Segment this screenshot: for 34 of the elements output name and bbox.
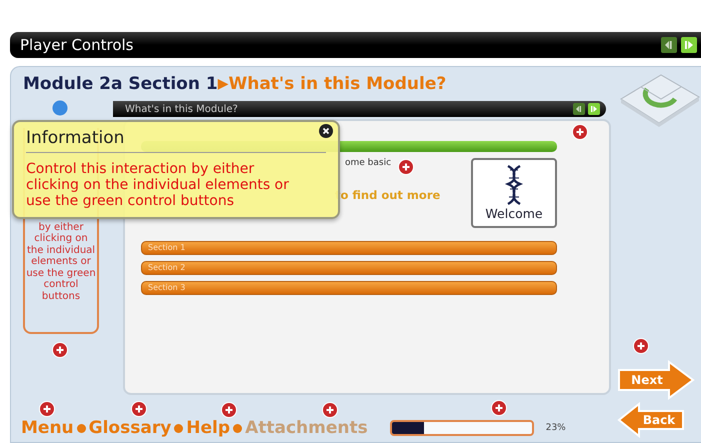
player-title: Player Controls — [20, 36, 134, 54]
card-label: Welcome — [485, 206, 543, 221]
plus-hotspot-icon[interactable] — [52, 342, 68, 358]
module-title: Module 2a Section 1 — [23, 74, 218, 94]
nav-link[interactable]: Menu — [21, 418, 74, 438]
back-button[interactable]: Back — [617, 402, 685, 438]
intro-text: ome basic — [345, 158, 392, 168]
section-bar[interactable]: Section 2 — [141, 261, 557, 275]
nav-link[interactable]: Glossary — [88, 418, 172, 438]
bullet-icon — [174, 424, 184, 432]
plus-hotspot-icon[interactable] — [572, 124, 588, 140]
popup-message: Control this interaction by either clicking on the individual elements or use the green control buttons — [26, 161, 290, 209]
module-subtitle: What's in this Module? — [228, 74, 446, 94]
inner-title: What's in this Module? — [124, 104, 239, 114]
nav-link[interactable]: Help — [186, 418, 230, 438]
plus-hotspot-icon[interactable] — [633, 338, 649, 354]
section-bar[interactable]: Section 1 — [141, 241, 557, 255]
plus-hotspot-icon[interactable] — [491, 400, 507, 416]
plus-hotspot-icon[interactable] — [398, 159, 414, 175]
plus-hotspot-icon[interactable] — [322, 402, 338, 418]
plus-hotspot-icon[interactable] — [131, 401, 147, 417]
section-bar[interactable]: Section 3 — [141, 281, 557, 295]
separator-arrow: ▶ — [218, 76, 228, 92]
help-text: by either clicking on the individual elements or use the green control buttons — [25, 222, 97, 302]
hotspot-dot-icon[interactable] — [52, 100, 68, 116]
next-button[interactable] — [588, 103, 600, 115]
progress-reading: 23% — [546, 423, 566, 433]
next-button[interactable]: Next — [617, 360, 695, 400]
close-icon[interactable] — [319, 124, 333, 138]
bullet-icon — [233, 424, 242, 432]
welcome-card[interactable]: Welcome — [471, 158, 557, 228]
bullet-icon — [76, 424, 86, 432]
plus-hotspot-icon[interactable] — [39, 401, 55, 417]
plus-hotspot-icon[interactable] — [221, 402, 237, 418]
